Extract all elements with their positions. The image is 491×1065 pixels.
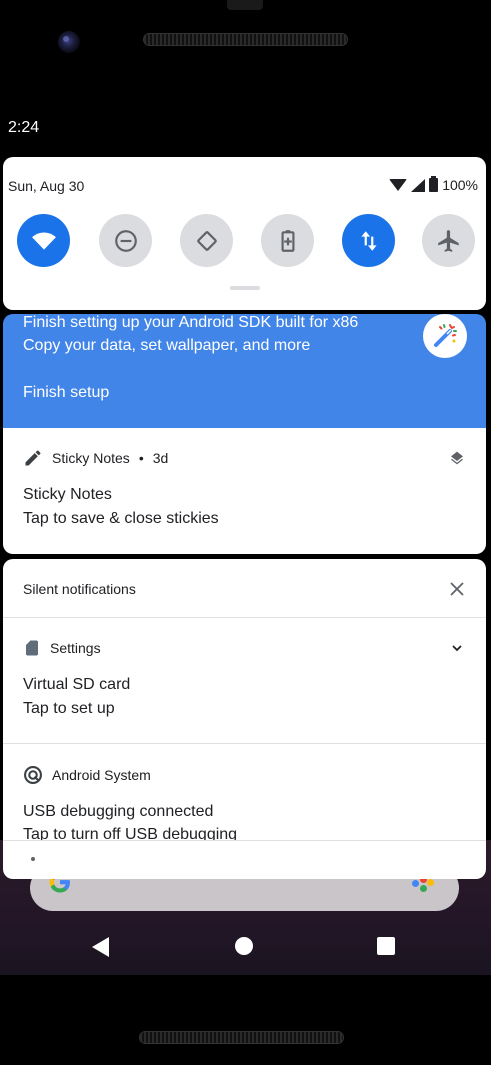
nav-home-icon[interactable] [235,937,253,955]
bottom-speaker [139,1031,344,1044]
setup-notification[interactable]: Finish setting up your Android SDK built… [3,314,486,428]
android-system-app-row[interactable]: Android System [23,765,151,785]
sticky-text: Tap to save & close stickies [23,510,219,527]
battery-icon [429,176,439,192]
silent-header: Silent notifications [23,581,136,597]
tile-airplane-mode[interactable] [422,214,475,267]
earpiece-speaker [143,33,348,46]
navigation-bar [0,915,491,975]
bullet-separator: • [138,450,144,466]
qs-status-icons: 100% [389,176,478,193]
qs-drag-handle[interactable] [230,286,260,290]
quick-settings-panel: Sun, Aug 30 100% [3,157,486,310]
magic-wand-icon [423,314,467,358]
android-system-icon [24,766,42,784]
divider [3,617,486,618]
pencil-icon [25,450,41,466]
sticky-timestamp: 3d [152,450,169,466]
sd-card-text: Tap to set up [23,700,115,717]
sticky-notes-notification[interactable]: Sticky Notes • 3d Sticky Notes Tap to sa… [3,428,486,554]
divider [3,743,486,744]
tile-battery-saver[interactable] [261,214,314,267]
airplane-icon [437,229,459,252]
setup-text: Copy your data, set wallpaper, and more [23,337,311,354]
layers-icon[interactable] [448,449,466,467]
usb-debug-text: Tap to turn off USB debugging [23,826,238,840]
auto-rotate-icon [196,230,217,251]
qs-date[interactable]: Sun, Aug 30 [8,178,84,194]
front-camera [58,31,80,53]
data-arrows-icon [360,230,377,251]
do-not-disturb-icon [114,229,137,252]
cell-signal-icon [411,178,426,192]
finish-setup-button[interactable]: Finish setup [23,384,109,402]
sticky-app-row: Sticky Notes • 3d [23,448,168,468]
qs-tiles [17,214,477,268]
nav-recents-icon[interactable] [377,937,395,955]
sticky-title: Sticky Notes [23,486,112,503]
tile-mobile-data[interactable] [342,214,395,267]
sd-card-icon [26,640,38,656]
setup-title: Finish setting up your Android SDK built… [23,314,359,331]
usb-debug-title: USB debugging connected [23,803,214,820]
battery-percent: 100% [442,177,478,193]
tile-do-not-disturb[interactable] [99,214,152,267]
overflow-dot-icon [31,857,35,861]
status-bar-clock: 2:24 [8,119,40,136]
settings-app-row[interactable]: Settings [23,639,101,657]
sd-card-title: Virtual SD card [23,676,131,693]
battery-saver-icon [281,229,294,252]
settings-app-name: Settings [50,640,101,656]
tile-wifi[interactable] [17,214,70,267]
sticky-app-name: Sticky Notes [52,450,130,466]
android-system-app-name: Android System [52,767,151,783]
wifi-icon [31,232,56,250]
silent-notifications-section: Silent notifications Settings Virtual SD… [3,559,486,879]
device-notch [227,0,263,10]
close-icon[interactable] [448,580,466,598]
wifi-signal-icon [389,179,408,191]
expand-chevron-icon[interactable] [448,639,466,657]
divider [3,840,486,841]
tile-auto-rotate[interactable] [180,214,233,267]
nav-back-icon[interactable] [92,937,109,957]
